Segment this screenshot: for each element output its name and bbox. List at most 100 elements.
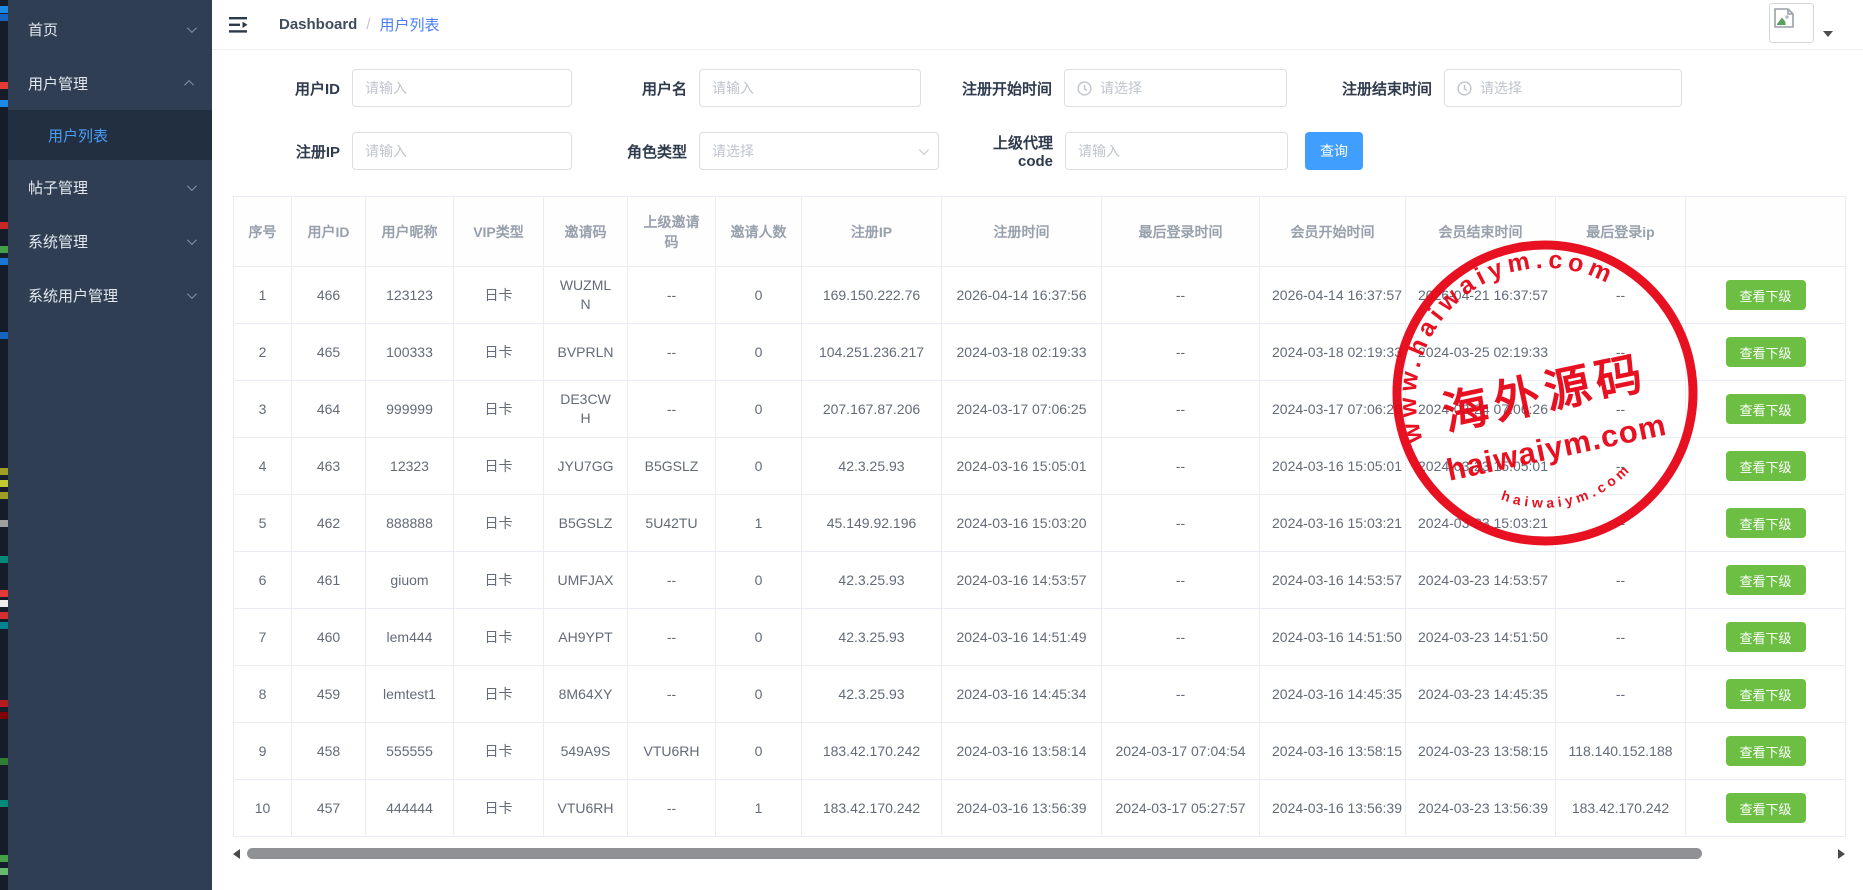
cell: 459 [292, 666, 366, 723]
cell: 466 [292, 267, 366, 324]
role-type-select[interactable]: 请选择 [699, 132, 939, 170]
scrollbar-left-arrow-icon[interactable] [233, 849, 240, 859]
cell: -- [1102, 552, 1260, 609]
cell: -- [1556, 324, 1686, 381]
user-table: 序号用户ID用户昵称VIP类型邀请码上级邀请码邀请人数注册IP注册时间最后登录时… [233, 196, 1845, 837]
placeholder-text: 请输入 [365, 141, 407, 161]
search-field-label: 注册开始时间 [961, 78, 1052, 99]
action-cell: 查看下级 [1686, 267, 1846, 324]
table-row: 1466123123日卡WUZMLN--0169.150.222.762026-… [234, 267, 1846, 324]
breadcrumb-separator: / [366, 16, 370, 33]
cell: 日卡 [454, 780, 544, 837]
breadcrumb-dashboard[interactable]: Dashboard [279, 16, 357, 33]
cell: 日卡 [454, 552, 544, 609]
sidebar-item-system-management[interactable]: 系统管理 [8, 214, 212, 268]
view-subordinates-button[interactable]: 查看下级 [1726, 337, 1806, 367]
sidebar-item-system-user-management[interactable]: 系统用户管理 [8, 268, 212, 322]
view-subordinates-button[interactable]: 查看下级 [1726, 280, 1806, 310]
column-header-2: 用户昵称 [366, 197, 454, 267]
sidebar-item-user-list[interactable]: 用户列表 [8, 110, 212, 160]
action-cell: 查看下级 [1686, 666, 1846, 723]
cell: 2026-04-14 16:37:56 [942, 267, 1102, 324]
chevron-down-icon [187, 23, 197, 33]
sidebar-item-home[interactable]: 首页 [8, 2, 212, 56]
edge-speck [0, 246, 8, 253]
avatar-dropdown-caret-icon[interactable] [1823, 31, 1833, 37]
hamburger-menu-icon[interactable] [229, 17, 249, 33]
cell: -- [628, 381, 716, 438]
search-field-label: 注册IP [250, 141, 340, 162]
cell: 458 [292, 723, 366, 780]
view-subordinates-button[interactable]: 查看下级 [1726, 508, 1806, 538]
sidebar-item-user-management[interactable]: 用户管理 [8, 56, 212, 110]
cell: JYU7GG [544, 438, 628, 495]
search-form: 用户ID请输入用户名请输入注册开始时间请选择注册结束时间请选择 注册IP请输入角… [212, 50, 1863, 170]
cell: 0 [716, 438, 802, 495]
cell: 2024-03-17 07:06:25 [942, 381, 1102, 438]
chevron-down-icon [187, 289, 197, 299]
search-field: 上级代理code请输入 [961, 132, 1288, 170]
cell: -- [1556, 666, 1686, 723]
text-input[interactable]: 请输入 [352, 132, 572, 170]
cell: 日卡 [454, 609, 544, 666]
text-input[interactable]: 请输入 [352, 69, 572, 107]
cell: 6 [234, 552, 292, 609]
cell: 0 [716, 552, 802, 609]
cell: 2024-03-16 14:51:49 [942, 609, 1102, 666]
chevron-up-icon [184, 79, 194, 89]
cell: 2024-03-16 13:56:39 [1260, 780, 1406, 837]
cell: 8M64XY [544, 666, 628, 723]
broken-image-icon [1773, 7, 1795, 29]
search-field: 注册IP 请输入 [250, 132, 572, 170]
cell: 2024-03-25 02:19:33 [1406, 324, 1556, 381]
text-input[interactable]: 请输入 [1065, 132, 1288, 170]
cell: 42.3.25.93 [802, 438, 942, 495]
avatar[interactable] [1769, 3, 1814, 43]
edge-speck [0, 82, 8, 89]
column-header-7: 注册IP [802, 197, 942, 267]
column-header-3: VIP类型 [454, 197, 544, 267]
cell: 0 [716, 324, 802, 381]
view-subordinates-button[interactable]: 查看下级 [1726, 679, 1806, 709]
date-picker-input[interactable]: 请选择 [1064, 69, 1287, 107]
cell: 2024-03-18 02:19:33 [942, 324, 1102, 381]
cell: 日卡 [454, 723, 544, 780]
cell: 0 [716, 609, 802, 666]
sidebar-item-label: 用户列表 [48, 125, 108, 146]
chevron-down-icon [187, 181, 197, 191]
text-input[interactable]: 请输入 [699, 69, 921, 107]
scrollbar-thumb[interactable] [247, 848, 1702, 859]
placeholder-text: 请选择 [1480, 78, 1522, 98]
view-subordinates-button[interactable]: 查看下级 [1726, 793, 1806, 823]
edge-speck [0, 14, 8, 21]
view-subordinates-button[interactable]: 查看下级 [1726, 622, 1806, 652]
table-row: 8459lemtest1日卡8M64XY--042.3.25.932024-03… [234, 666, 1846, 723]
view-subordinates-button[interactable]: 查看下级 [1726, 394, 1806, 424]
cell: 2026-04-21 16:37:57 [1406, 267, 1556, 324]
view-subordinates-button[interactable]: 查看下级 [1726, 451, 1806, 481]
view-subordinates-button[interactable]: 查看下级 [1726, 736, 1806, 766]
cell: 4 [234, 438, 292, 495]
cell: 2024-03-16 14:51:50 [1260, 609, 1406, 666]
cell: -- [628, 552, 716, 609]
cell: -- [1102, 267, 1260, 324]
view-subordinates-button[interactable]: 查看下级 [1726, 565, 1806, 595]
cell: 2024-03-16 15:03:20 [942, 495, 1102, 552]
top-bar: Dashboard / 用户列表 [212, 0, 1863, 50]
scrollbar-right-arrow-icon[interactable] [1838, 849, 1845, 859]
cell: 2024-03-23 14:45:35 [1406, 666, 1556, 723]
search-field: 注册结束时间请选择 [1331, 69, 1682, 107]
column-header-13 [1686, 197, 1846, 267]
date-picker-input[interactable]: 请选择 [1444, 69, 1682, 107]
search-button[interactable]: 查询 [1305, 132, 1363, 170]
cell: 2 [234, 324, 292, 381]
cell: 2024-03-23 13:56:39 [1406, 780, 1556, 837]
sidebar-item-post-management[interactable]: 帖子管理 [8, 160, 212, 214]
cell: B5GSLZ [544, 495, 628, 552]
edge-speck [0, 556, 8, 563]
cell: 2024-03-17 07:06:26 [1260, 381, 1406, 438]
edge-speck [0, 468, 8, 475]
sidebar-menu: 首页用户管理用户列表帖子管理系统管理系统用户管理 [8, 2, 212, 322]
cell: 2024-03-23 15:03:21 [1406, 495, 1556, 552]
edge-speck [0, 332, 8, 339]
